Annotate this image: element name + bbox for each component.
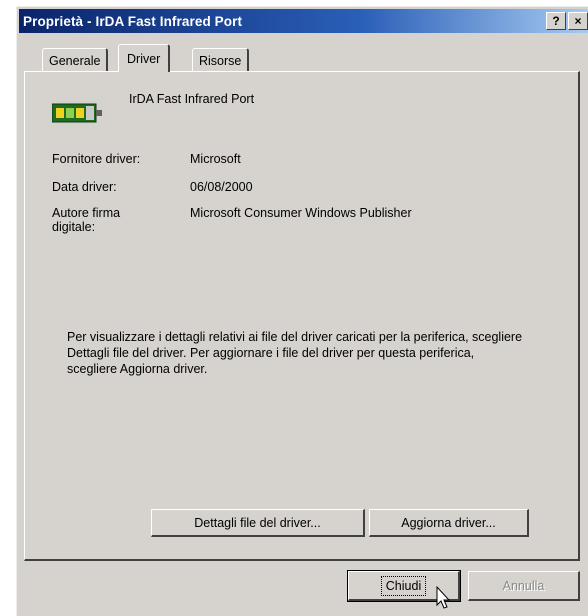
driver-details-button[interactable]: Dettagli file del driver... [151, 509, 365, 537]
tab-label: Generale [49, 53, 101, 68]
date-label: Data driver: [52, 180, 117, 194]
driver-panel [24, 71, 580, 561]
driver-details-label: Dettagli file del driver... [194, 515, 321, 530]
close-button[interactable]: × [568, 12, 588, 30]
tab-driver[interactable]: Driver [118, 44, 171, 72]
tab-label: Driver [127, 51, 161, 66]
help-button[interactable]: ? [546, 12, 566, 30]
update-driver-label: Aggiorna driver... [401, 515, 496, 530]
title-bar[interactable]: Proprietà - IrDA Fast Infrared Port ? × [19, 9, 588, 33]
tab-risorse[interactable]: Risorse [192, 48, 250, 72]
provider-value: Microsoft [190, 152, 241, 166]
provider-label: Fornitore driver: [52, 152, 141, 166]
signer-label: Autore firma digitale: [52, 206, 121, 234]
device-name: IrDA Fast Infrared Port [129, 92, 255, 106]
driver-description: Per visualizzare i dettagli relativi ai … [67, 330, 523, 376]
date-value: 06/08/2000 [190, 180, 253, 194]
cancel-button: Annulla [468, 571, 580, 601]
mouse-pointer-icon [436, 585, 452, 613]
update-driver-button[interactable]: Aggiorna driver... [369, 509, 529, 537]
window-title: Proprietà - IrDA Fast Infrared Port [23, 13, 243, 29]
close-icon: × [574, 14, 582, 28]
signer-value: Microsoft Consumer Windows Publisher [190, 206, 412, 220]
tab-label: Risorse [199, 53, 242, 68]
cancel-label: Annulla [502, 578, 545, 593]
infrared-port-icon [51, 100, 102, 129]
help-icon: ? [552, 14, 560, 28]
close-dialog-label: Chiudi [380, 575, 427, 596]
tab-generale[interactable]: Generale [42, 48, 109, 72]
